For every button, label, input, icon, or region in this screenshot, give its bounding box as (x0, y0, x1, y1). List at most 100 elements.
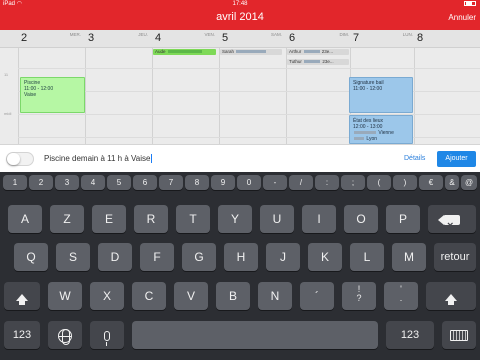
allday-event[interactable]: Sarah (220, 49, 282, 55)
key-1[interactable]: 1 (3, 175, 27, 190)
key-ampersand[interactable]: & (445, 175, 459, 190)
numbers-key-right[interactable]: 123 (386, 321, 434, 349)
key-question[interactable]: ! ? (342, 282, 376, 310)
day-header[interactable]: 7 LUN. (350, 30, 416, 48)
key-slash[interactable]: / (289, 175, 313, 190)
quick-add-bar: Piscine demain à 11 h à Vaise Détails Aj… (0, 144, 480, 172)
key-t[interactable]: T (176, 205, 210, 233)
key-euro[interactable]: € (419, 175, 443, 190)
quick-add-input-value: Piscine demain à 11 h à Vaise (44, 154, 151, 163)
event-location: Vienne (378, 130, 394, 136)
allday-event[interactable]: Arthur 23e... (287, 49, 349, 55)
text-cursor (151, 154, 153, 164)
add-button[interactable]: Ajouter (437, 151, 476, 167)
key-main-label: . (399, 293, 403, 303)
key-n[interactable]: N (258, 282, 292, 310)
key-8[interactable]: 8 (185, 175, 209, 190)
key-m[interactable]: M (392, 243, 426, 271)
key-y[interactable]: Y (218, 205, 252, 233)
event-piscine[interactable]: Piscine 11:00 - 12:00 Vaise (20, 77, 85, 113)
key-a[interactable]: A (8, 205, 42, 233)
event-etat-des-lieux[interactable]: État des lieux 12:00 - 13:00 Vienne Lyon (349, 115, 413, 144)
key-r[interactable]: R (134, 205, 168, 233)
key-p[interactable]: P (386, 205, 420, 233)
key-g[interactable]: G (182, 243, 216, 271)
dictation-key[interactable] (90, 321, 124, 349)
key-5[interactable]: 5 (107, 175, 131, 190)
key-3[interactable]: 3 (55, 175, 79, 190)
day-number: 3 (88, 32, 95, 44)
day-header[interactable]: 2 MER. (18, 30, 84, 48)
key-w[interactable]: W (48, 282, 82, 310)
day-number: 8 (417, 32, 424, 44)
key-v[interactable]: V (174, 282, 208, 310)
event-signature-bail[interactable]: Signature bail 11:00 - 12:00 (349, 77, 413, 113)
day-header[interactable]: 4 VEN. (152, 30, 218, 48)
globe-icon (58, 328, 72, 345)
key-6[interactable]: 6 (133, 175, 157, 190)
key-semicolon[interactable]: ; (341, 175, 365, 190)
key-k[interactable]: K (308, 243, 342, 271)
day-header[interactable]: 5 SAM. (219, 30, 285, 48)
allday-event-label: Aude (155, 49, 166, 54)
allday-event-suffix: 23e... (322, 59, 334, 64)
allday-event-suffix: 23e... (321, 49, 334, 54)
shift-icon (16, 294, 28, 305)
key-x[interactable]: X (90, 282, 124, 310)
key-f[interactable]: F (140, 243, 174, 271)
day-header[interactable]: 8 (414, 30, 480, 48)
allday-event-label: Arthur (289, 49, 302, 54)
key-at[interactable]: @ (461, 175, 477, 190)
day-header[interactable]: 6 DIM. (286, 30, 352, 48)
key-close-paren[interactable]: ) (393, 175, 417, 190)
key-o[interactable]: O (344, 205, 378, 233)
key-i[interactable]: I (302, 205, 336, 233)
key-q[interactable]: Q (14, 243, 48, 271)
day-number: 2 (21, 32, 28, 44)
return-key[interactable]: retour (434, 243, 476, 271)
key-c[interactable]: C (132, 282, 166, 310)
day-header[interactable]: 3 JEU. (85, 30, 151, 48)
key-colon[interactable]: : (315, 175, 339, 190)
app-header: iPad ◠ 17:48 avril 2014 Annuler (0, 0, 480, 30)
key-dash[interactable]: - (263, 175, 287, 190)
key-l[interactable]: L (350, 243, 384, 271)
key-h[interactable]: H (224, 243, 258, 271)
shift-key-right[interactable] (426, 282, 476, 310)
key-open-paren[interactable]: ( (367, 175, 391, 190)
key-s[interactable]: S (56, 243, 90, 271)
allday-event[interactable]: Tuthur 23e... (287, 59, 349, 65)
key-7[interactable]: 7 (159, 175, 183, 190)
day-name: LUN. (402, 32, 413, 37)
key-0[interactable]: 0 (237, 175, 261, 190)
week-calendar: 2 MER. 3 JEU. 4 VEN. 5 SAM. 6 DIM. 7 LUN… (0, 30, 480, 144)
space-bar[interactable] (132, 321, 378, 349)
details-button[interactable]: Détails (404, 155, 425, 162)
key-9[interactable]: 9 (211, 175, 235, 190)
key-acute[interactable]: ´ (300, 282, 334, 310)
day-number: 4 (155, 32, 162, 44)
key-j[interactable]: J (266, 243, 300, 271)
key-z[interactable]: Z (50, 205, 84, 233)
month-title: avril 2014 (216, 11, 264, 23)
key-d[interactable]: D (98, 243, 132, 271)
key-u[interactable]: U (260, 205, 294, 233)
key-period[interactable]: ' . (384, 282, 418, 310)
toggle-switch[interactable] (6, 152, 34, 166)
allday-event-label: Tuthur (289, 59, 302, 64)
shift-key[interactable] (4, 282, 40, 310)
key-e[interactable]: E (92, 205, 126, 233)
day-name: JEU. (138, 32, 148, 37)
day-number: 7 (353, 32, 360, 44)
event-city: Lyon (366, 136, 378, 142)
key-b[interactable]: B (216, 282, 250, 310)
hide-keyboard-key[interactable] (442, 321, 476, 349)
numbers-key[interactable]: 123 (4, 321, 40, 349)
allday-event[interactable]: Aude (153, 49, 216, 55)
cancel-button[interactable]: Annuler (448, 13, 476, 22)
quick-add-input[interactable]: Piscine demain à 11 h à Vaise (44, 154, 153, 164)
key-4[interactable]: 4 (81, 175, 105, 190)
globe-key[interactable] (48, 321, 82, 349)
delete-key[interactable] (428, 205, 476, 240)
key-2[interactable]: 2 (29, 175, 53, 190)
